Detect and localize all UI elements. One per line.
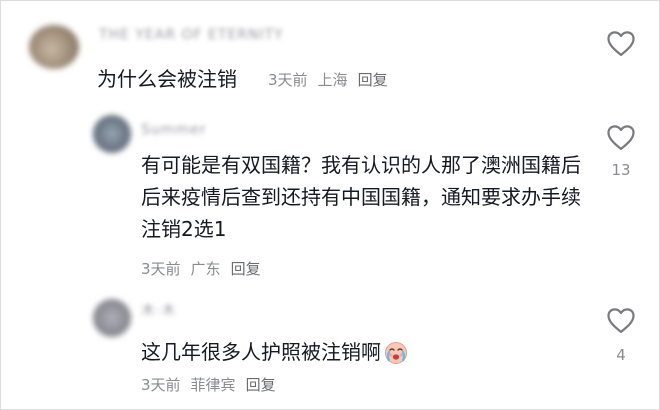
like-count: 4 <box>616 346 626 364</box>
username[interactable]: THE YEAR OF ETERNITY <box>99 27 284 43</box>
comment-time: 3天前 <box>141 376 181 394</box>
comment-meta: 3天前 菲律宾 回复 <box>141 374 286 395</box>
reply-button[interactable]: 回复 <box>246 376 276 394</box>
heart-outline-icon[interactable] <box>606 123 636 151</box>
crying-face-emoji-icon <box>385 341 407 364</box>
heart-outline-icon[interactable] <box>606 306 636 334</box>
reply-button[interactable]: 回复 <box>231 260 261 278</box>
username[interactable]: 木·木 <box>141 300 176 320</box>
comment-location: 上海 <box>317 71 348 89</box>
avatar[interactable] <box>93 299 131 337</box>
reply-button[interactable]: 回复 <box>358 71 388 89</box>
comment-text: 为什么会被注销 <box>97 67 237 91</box>
comment-location: 菲律宾 <box>190 376 236 394</box>
comment-text-row: 这几年很多人护照被注销啊 <box>141 336 409 368</box>
comment-meta: 3天前 广东 回复 <box>141 258 271 279</box>
comment-location: 广东 <box>190 260 221 278</box>
like-count: 13 <box>611 161 631 179</box>
heart-outline-icon[interactable] <box>606 29 636 57</box>
username[interactable]: Summer <box>141 122 206 138</box>
avatar[interactable] <box>29 25 79 69</box>
avatar[interactable] <box>93 115 131 153</box>
comment-time: 3天前 <box>141 260 181 278</box>
comment-text: 有可能是有双国籍？我有认识的人那了澳洲国籍后后来疫情后查到还持有中国国籍，通知要… <box>141 153 581 241</box>
comment-meta: 3天前 上海 回复 <box>268 69 398 90</box>
comment-list: THE YEAR OF ETERNITY 为什么会被注销 3天前 上海 回复 Sum… <box>0 0 660 410</box>
comment-text: 这几年很多人护照被注销啊 <box>141 340 381 364</box>
comment-time: 3天前 <box>268 71 308 89</box>
